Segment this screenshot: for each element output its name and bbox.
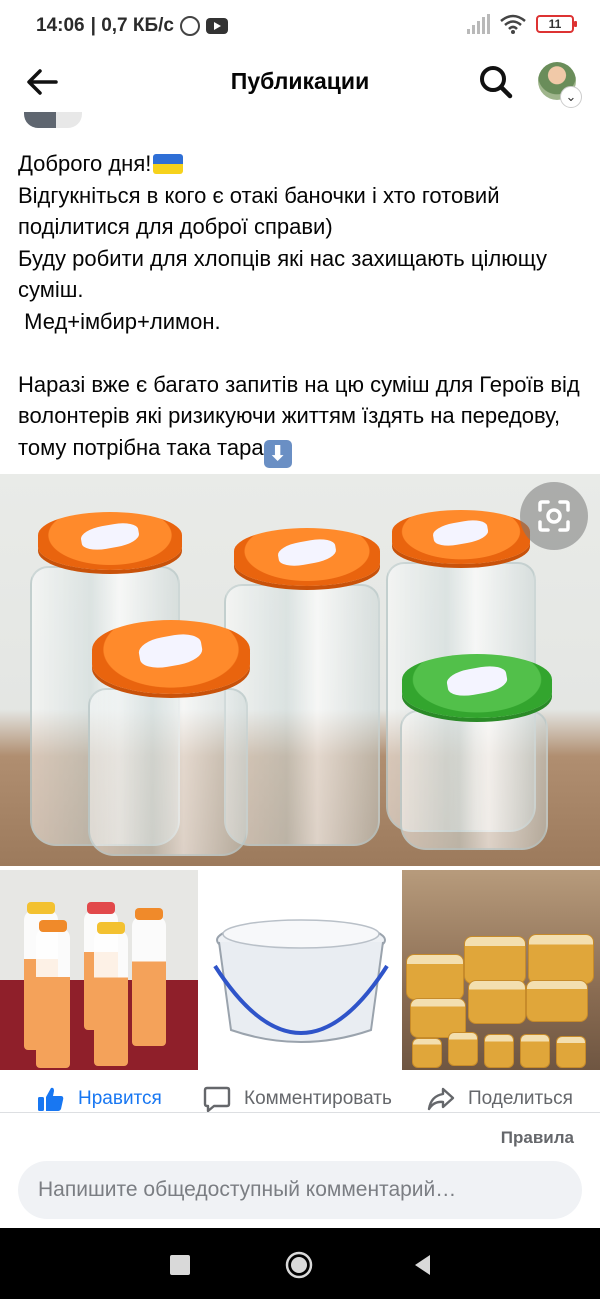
search-icon[interactable] xyxy=(476,62,516,102)
bottle xyxy=(94,930,128,1066)
honey-tub xyxy=(406,954,464,1000)
post-photo-bucket[interactable] xyxy=(201,870,399,1070)
jar-lid-orange xyxy=(38,512,182,570)
post-greeting: Доброго дня! xyxy=(18,151,152,176)
honey-jar-small xyxy=(484,1034,514,1068)
bottle-cap xyxy=(135,908,163,920)
bottle-cap xyxy=(27,902,55,914)
jar-lid-green xyxy=(402,654,552,718)
youtube-icon xyxy=(206,18,228,34)
post-photo-bottles[interactable] xyxy=(0,870,198,1070)
like-label: Нравится xyxy=(78,1088,162,1109)
plastic-bucket xyxy=(213,919,389,1043)
honey-jar-small xyxy=(556,1036,586,1068)
bottle xyxy=(132,916,166,1046)
comment-input[interactable] xyxy=(18,1161,582,1219)
jar-front-left xyxy=(88,688,248,856)
jar-front-right xyxy=(400,710,548,850)
down-arrow-icon: ⬇ xyxy=(263,439,292,468)
status-left: 14:06 | 0,7 КБ/с xyxy=(36,15,228,37)
chevron-down-icon: ⌄ xyxy=(560,86,582,108)
wifi-icon xyxy=(500,14,526,34)
thumbs-up-icon xyxy=(38,1087,64,1111)
share-icon xyxy=(427,1087,455,1111)
divider xyxy=(0,1112,600,1113)
jar-lid-orange xyxy=(234,528,380,586)
back-nav-button[interactable] xyxy=(408,1250,438,1280)
share-label: Поделиться xyxy=(468,1088,573,1109)
comment-button[interactable]: Комментировать xyxy=(202,1084,392,1112)
honey-jar-small xyxy=(412,1038,442,1068)
comment-input-container xyxy=(18,1161,582,1219)
honey-jar-small xyxy=(520,1034,550,1068)
jar-lid-orange xyxy=(92,620,250,694)
cell-signal-icon xyxy=(467,14,490,34)
system-nav-bar xyxy=(0,1228,600,1299)
visual-search-button[interactable] xyxy=(520,482,588,550)
status-bar: 14:06 | 0,7 КБ/с 11 xyxy=(0,0,600,52)
post-photo-main[interactable] xyxy=(0,474,600,866)
like-button[interactable]: Нравится xyxy=(36,1084,162,1112)
bottle-cap xyxy=(39,920,67,932)
post-photo-honey[interactable] xyxy=(402,870,600,1070)
back-triangle-icon xyxy=(415,1255,430,1275)
recents-button[interactable] xyxy=(165,1250,195,1280)
status-time: 14:06 xyxy=(36,15,85,36)
post-text: Доброго дня! Відгукніться в кого є отакі… xyxy=(18,148,588,468)
post-actions: Нравится Комментировать Поделиться xyxy=(0,1078,600,1112)
home-button[interactable] xyxy=(284,1250,314,1280)
status-right: 11 xyxy=(467,14,577,34)
honey-tub xyxy=(468,980,526,1024)
rules-link[interactable]: Правила xyxy=(501,1128,574,1148)
share-button[interactable]: Поделиться xyxy=(426,1084,573,1112)
avatar[interactable]: ⌄ xyxy=(538,62,582,108)
visual-search-icon xyxy=(538,500,570,532)
app-bar: Публикации ⌄ xyxy=(0,52,600,114)
bottle xyxy=(36,928,70,1068)
bottle-cap xyxy=(97,922,125,934)
square-icon xyxy=(170,1255,190,1275)
honey-jar-small xyxy=(448,1032,478,1066)
battery-icon: 11 xyxy=(536,15,577,33)
battery-level: 11 xyxy=(548,17,562,31)
comment-label: Комментировать xyxy=(244,1088,392,1109)
scrolled-out-avatar xyxy=(24,112,82,128)
comment-icon xyxy=(203,1086,231,1112)
jar-lid-orange xyxy=(392,510,530,564)
ukraine-flag-icon xyxy=(153,154,184,174)
status-speed: | 0,7 КБ/с xyxy=(90,15,174,36)
honey-tub xyxy=(528,934,594,984)
bottle-cap xyxy=(87,902,115,914)
honey-tub xyxy=(464,936,526,984)
home-circle-icon xyxy=(285,1251,313,1279)
post-body: Відгукніться в кого є отакі баночки і хт… xyxy=(18,182,580,460)
honey-tub xyxy=(526,980,588,1022)
viber-icon xyxy=(180,16,200,36)
